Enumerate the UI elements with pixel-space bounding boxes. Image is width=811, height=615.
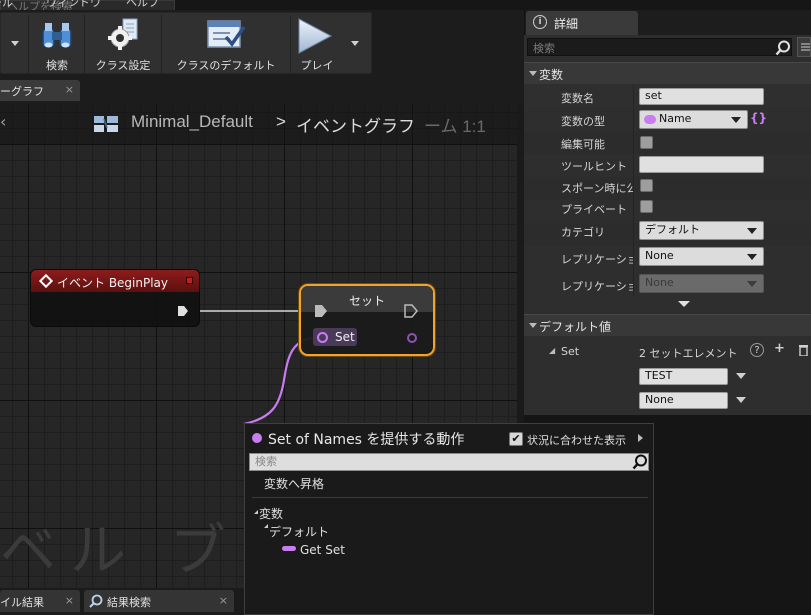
tree-category-variables[interactable]: 変数	[259, 505, 283, 522]
help-icon[interactable]: ?	[750, 343, 764, 357]
chevron-down-icon	[747, 281, 757, 287]
variable-type-dropdown[interactable]: Name	[639, 110, 748, 129]
prop-label-category: カテゴリ	[561, 226, 605, 239]
category-value: デフォルト	[645, 223, 700, 236]
set-pin-label: Set	[335, 330, 355, 344]
variable-type-value: Name	[659, 112, 692, 125]
context-sensitive-checkbox[interactable]: ✔	[509, 432, 523, 446]
chevron-right-icon[interactable]	[638, 434, 643, 442]
tab-compile-results[interactable]: イル結果 ×	[0, 590, 80, 612]
replication-dropdown[interactable]: None	[639, 247, 764, 266]
prop-label-variable-type: 変数の型	[561, 115, 605, 128]
tab-label: 詳細	[554, 17, 579, 31]
tree-expand-icon[interactable]	[261, 524, 268, 528]
collapse-triangle-icon	[529, 71, 537, 76]
advanced-expand-icon[interactable]	[678, 301, 690, 307]
trash-icon[interactable]	[798, 344, 809, 356]
close-icon[interactable]: ×	[219, 594, 228, 607]
prop-label-tooltip: ツールヒント	[561, 160, 627, 173]
context-sensitive-label: 状況に合わせた表示	[527, 434, 626, 447]
section-default-value[interactable]: デフォルト値	[524, 314, 811, 336]
category-dropdown[interactable]: デフォルト	[639, 221, 764, 240]
set-in-pin-icon[interactable]	[317, 332, 328, 343]
name-type-pill-icon	[644, 115, 656, 124]
replication-value: None	[645, 249, 674, 262]
expose-on-spawn-checkbox[interactable]	[640, 179, 653, 192]
node-set-variable[interactable]: セット Set	[299, 284, 435, 356]
list-icon	[801, 43, 810, 51]
event-dot-icon	[186, 277, 193, 284]
tab-details[interactable]: i 詳細	[526, 11, 638, 35]
prop-label-editable: 編集可能	[561, 138, 605, 151]
action-search-input[interactable]: 検索	[249, 453, 649, 471]
chevron-down-icon	[731, 117, 741, 123]
container-type-set-icon[interactable]: {}	[750, 111, 767, 125]
view-options-button[interactable]	[797, 37, 811, 57]
info-icon: i	[533, 15, 547, 29]
node-title: イベント BeginPlay	[57, 276, 169, 290]
tab-label: 結果検索	[107, 596, 151, 609]
expand-triangle-icon[interactable]: ◢	[549, 346, 555, 355]
exec-out-pin-icon[interactable]	[177, 305, 189, 317]
element-options-icon[interactable]	[736, 397, 746, 403]
set-element-count: 2 セットエレメント	[639, 347, 738, 360]
action-menu-title: Set of Names を提供する動作	[268, 432, 465, 448]
details-search-input[interactable]: 検索	[527, 38, 792, 56]
collapse-triangle-icon	[529, 323, 537, 328]
tree-item-get-set[interactable]: Get Set	[300, 543, 345, 557]
add-element-icon[interactable]: +	[774, 341, 785, 356]
tooltip-field[interactable]	[639, 156, 764, 173]
section-title: 変数	[539, 68, 564, 82]
tree-category-default[interactable]: デフォルト	[269, 523, 329, 540]
exec-in-pin-icon[interactable]	[314, 304, 328, 318]
section-variable[interactable]: 変数	[524, 62, 811, 84]
section-title: デフォルト値	[539, 320, 612, 334]
replication-condition-value: None	[645, 276, 674, 289]
exec-out-pin-icon[interactable]	[404, 304, 418, 318]
variable-name-field[interactable]: set	[639, 88, 764, 105]
set-element-field-1[interactable]: None	[639, 392, 728, 409]
chevron-down-icon	[747, 254, 757, 260]
action-menu-popup	[244, 423, 654, 615]
prop-label-private: プライベート	[561, 203, 627, 216]
prop-label-replication: レプリケーション	[561, 253, 633, 266]
prop-label-expose-on-spawn: スポーン時に公開	[561, 182, 633, 195]
close-icon[interactable]: ×	[65, 594, 74, 607]
chevron-down-icon	[747, 228, 757, 234]
column-divider	[633, 85, 634, 297]
editable-checkbox[interactable]	[640, 136, 653, 149]
element-options-icon[interactable]	[736, 373, 746, 379]
private-checkbox[interactable]	[640, 200, 653, 213]
tab-find-results[interactable]: 結果検索 ×	[84, 590, 234, 612]
divider	[252, 497, 648, 498]
replication-condition-dropdown: None	[639, 274, 764, 293]
set-out-pin-icon[interactable]	[407, 333, 417, 343]
node-event-beginplay[interactable]: イベント BeginPlay	[30, 269, 200, 327]
prop-label-replication-condition: レプリケーション条件	[561, 280, 633, 293]
tree-expand-icon[interactable]	[251, 510, 258, 514]
promote-to-variable-item[interactable]: 変数へ昇格	[264, 475, 324, 492]
variable-pill-icon	[282, 546, 296, 551]
default-set-label: Set	[561, 345, 580, 358]
search-icon	[89, 594, 103, 608]
set-element-field-0[interactable]: TEST	[639, 368, 728, 385]
search-icon	[632, 454, 647, 470]
prop-label-variable-name: 変数名	[561, 92, 594, 105]
tab-label: イル結果	[0, 596, 44, 609]
pin-type-icon	[252, 433, 262, 443]
search-icon[interactable]	[775, 40, 791, 56]
